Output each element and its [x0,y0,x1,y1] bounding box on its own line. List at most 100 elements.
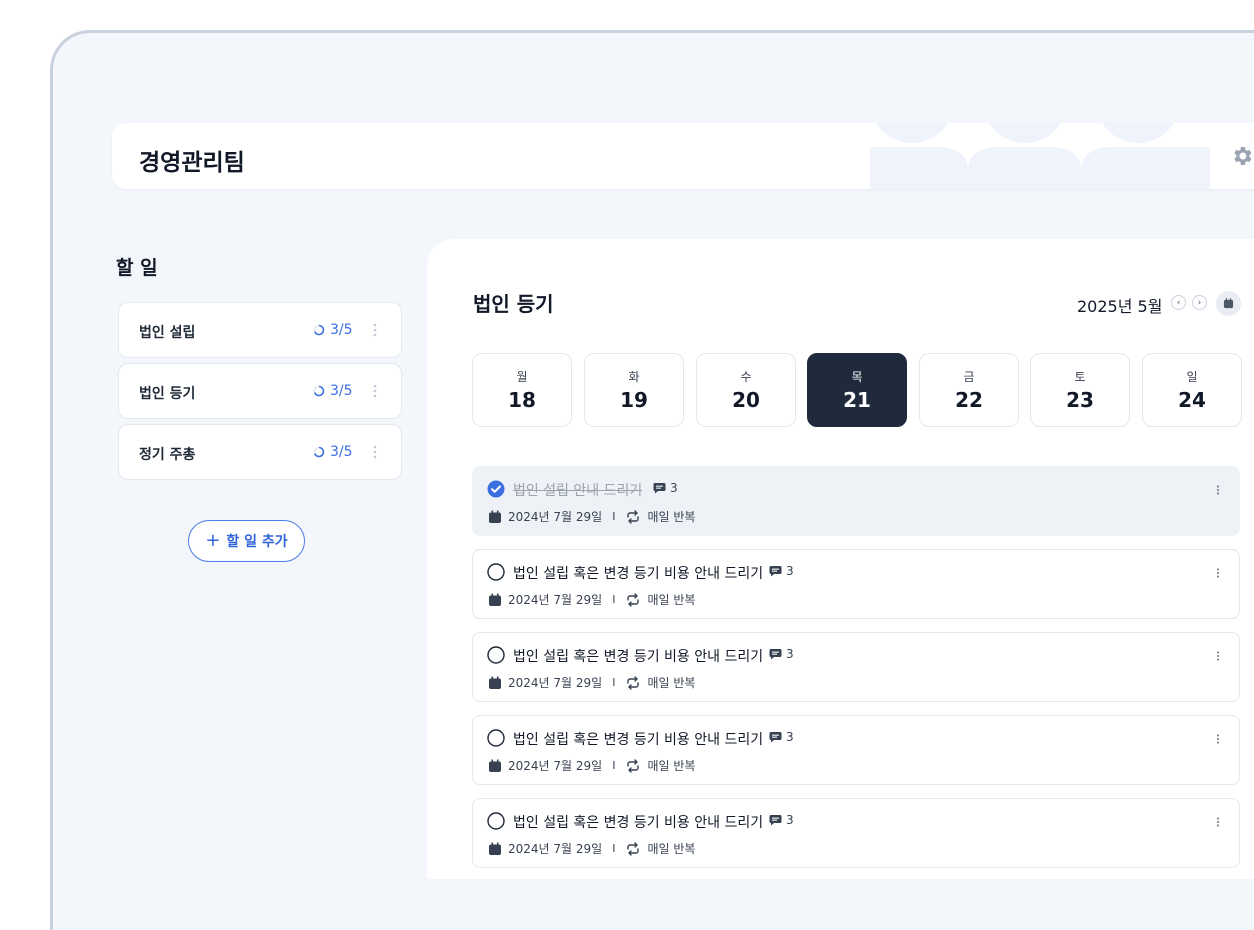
task-item[interactable]: 법인 설립 혹은 변경 등기 비용 안내 드리기 3 2024년 7월 29일 … [472,798,1240,868]
day-sat[interactable]: 토 23 [1030,353,1130,427]
todo-item-corporate-setup[interactable]: 법인 설립 3/5 [118,302,402,358]
team-name: 경영관리팀 [139,150,245,176]
more-icon[interactable] [371,443,379,461]
comment-icon [769,815,782,826]
todo-section-title: 할 일 [116,257,158,279]
meta-separator: I [612,510,616,523]
add-todo-button[interactable]: + 할 일 추가 [188,520,305,562]
task-date: 2024년 7월 29일 [508,676,603,690]
more-icon[interactable] [1215,816,1221,828]
add-todo-label: 할 일 추가 [226,534,288,550]
day-date: 22 [955,388,983,412]
day-weekday: 일 [1186,370,1198,384]
checkbox-icon[interactable] [487,646,505,664]
header-decoration [870,123,1210,189]
calendar-icon [1223,298,1234,309]
task-title: 법인 설립 혹은 변경 등기 비용 안내 드리기 [513,815,764,831]
checkbox-icon[interactable] [487,812,505,830]
day-date: 19 [620,388,648,412]
calendar-icon [489,593,501,606]
more-icon[interactable] [1215,484,1221,496]
checkbox-icon[interactable] [487,563,505,581]
todo-item-progress: 3/5 [313,444,353,460]
meta-separator: I [612,759,616,772]
gear-icon[interactable] [1230,144,1254,168]
task-item[interactable]: 법인 설립 안내 드리기 3 2024년 7월 29일 I 매일 반복 [472,466,1240,536]
day-weekday: 월 [516,370,528,384]
task-meta: 2024년 7월 29일 I 매일 반복 [488,591,695,608]
more-icon[interactable] [1215,733,1221,745]
repeat-icon [627,592,640,607]
todo-item-label: 법인 등기 [139,386,196,402]
todo-item-progress: 3/5 [313,383,353,399]
todo-item-corporate-registration[interactable]: 법인 등기 3/5 [118,363,402,419]
day-date: 20 [732,388,760,412]
day-date: 18 [508,388,536,412]
progress-ring-icon [313,324,325,336]
meta-separator: I [612,842,616,855]
task-comments[interactable]: 3 [769,647,794,661]
more-icon[interactable] [371,382,379,400]
task-title: 법인 설립 혹은 변경 등기 비용 안내 드리기 [513,566,764,582]
repeat-icon [627,509,640,524]
day-weekday: 수 [740,370,752,384]
plus-icon: + [205,530,221,551]
more-icon[interactable] [1215,567,1221,579]
checkbox-icon[interactable] [487,729,505,747]
meta-separator: I [612,593,616,606]
next-month-button[interactable]: › [1192,295,1207,310]
more-icon[interactable] [371,321,379,339]
todo-item-shareholders-meeting[interactable]: 정기 주총 3/5 [118,424,402,480]
task-item[interactable]: 법인 설립 혹은 변경 등기 비용 안내 드리기 3 2024년 7월 29일 … [472,632,1240,702]
calendar-icon [489,510,501,523]
checkbox-checked-icon[interactable] [487,480,505,498]
day-fri[interactable]: 금 22 [919,353,1019,427]
chevron-left-icon: ‹ [1176,297,1181,308]
day-weekday: 토 [1074,370,1086,384]
more-icon[interactable] [1215,650,1221,662]
task-comments[interactable]: 3 [769,564,794,578]
calendar-button[interactable] [1216,291,1241,316]
day-sun[interactable]: 일 24 [1142,353,1242,427]
task-item[interactable]: 법인 설립 혹은 변경 등기 비용 안내 드리기 3 2024년 7월 29일 … [472,549,1240,619]
day-weekday: 목 [851,370,863,384]
comment-icon [769,732,782,743]
task-title: 법인 설립 안내 드리기 [513,483,643,499]
meta-separator: I [612,676,616,689]
task-comments[interactable]: 3 [653,481,678,495]
chevron-right-icon: › [1197,297,1202,308]
prev-month-button[interactable]: ‹ [1171,295,1186,310]
comment-icon [769,649,782,660]
task-date: 2024년 7월 29일 [508,510,603,524]
task-meta: 2024년 7월 29일 I 매일 반복 [488,840,695,857]
task-comments[interactable]: 3 [769,730,794,744]
task-meta: 2024년 7월 29일 I 매일 반복 [488,508,695,525]
task-meta: 2024년 7월 29일 I 매일 반복 [488,674,695,691]
todo-item-label: 정기 주총 [139,447,196,463]
day-date: 21 [843,388,871,412]
repeat-icon [627,675,640,690]
task-item[interactable]: 법인 설립 혹은 변경 등기 비용 안내 드리기 3 2024년 7월 29일 … [472,715,1240,785]
day-thu-selected[interactable]: 목 21 [807,353,907,427]
page-title: 법인 등기 [473,292,554,316]
task-date: 2024년 7월 29일 [508,759,603,773]
task-repeat: 매일 반복 [647,593,696,607]
day-tue[interactable]: 화 19 [584,353,684,427]
todo-item-label: 법인 설립 [139,325,196,341]
task-title: 법인 설립 혹은 변경 등기 비용 안내 드리기 [513,649,764,665]
day-mon[interactable]: 월 18 [472,353,572,427]
repeat-icon [627,841,640,856]
task-repeat: 매일 반복 [647,842,696,856]
month-label: 2025년 5월 [1077,297,1163,316]
team-header: 경영관리팀 [112,123,1254,189]
task-comments[interactable]: 3 [769,813,794,827]
day-wed[interactable]: 수 20 [696,353,796,427]
repeat-icon [627,758,640,773]
calendar-icon [489,842,501,855]
day-date: 24 [1178,388,1206,412]
progress-ring-icon [313,446,325,458]
calendar-icon [489,759,501,772]
task-repeat: 매일 반복 [647,510,696,524]
comment-icon [653,483,666,494]
calendar-icon [489,676,501,689]
